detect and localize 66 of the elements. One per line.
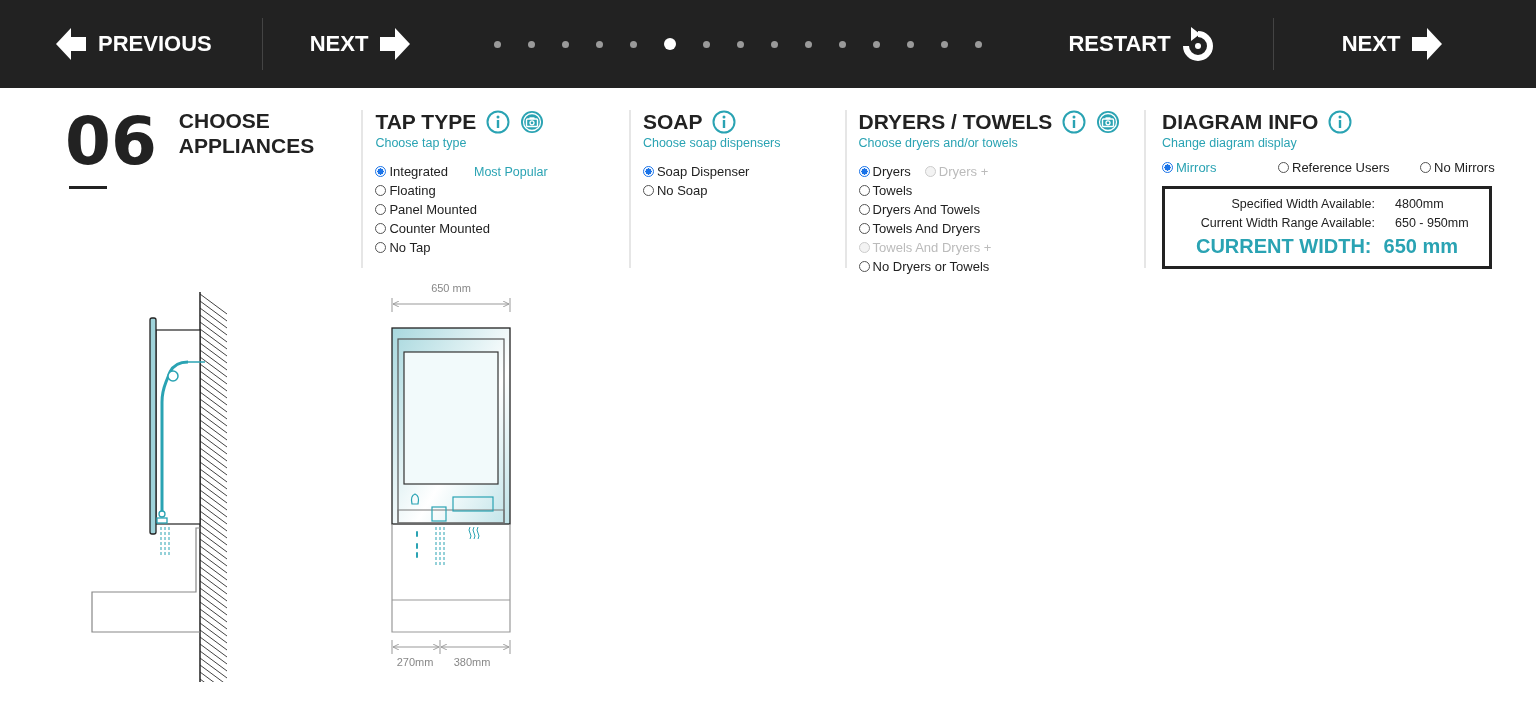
section-title: DIAGRAM INFO — [1162, 110, 1319, 134]
radio-option[interactable]: Soap Dispenser — [642, 162, 750, 181]
step-dot[interactable] — [975, 40, 983, 48]
radio-option[interactable]: Panel Mounted — [375, 200, 477, 219]
radio-option[interactable]: Dryers And Towels — [858, 200, 980, 219]
dimension-label: 380mm — [453, 656, 491, 668]
step-dot[interactable] — [907, 40, 915, 48]
right-arrow-icon — [1412, 28, 1443, 60]
fact-value: 650 - 950mm — [1395, 215, 1470, 232]
radio-option[interactable]: No Mirrors — [1420, 158, 1536, 177]
fact-value: 4800mm — [1395, 196, 1445, 213]
section-title: TAP TYPE — [375, 110, 477, 134]
step-dot[interactable] — [873, 40, 881, 48]
radio-option[interactable]: Dryers — [858, 162, 911, 181]
step-dot[interactable] — [703, 40, 711, 48]
next-button[interactable]: NEXT — [309, 28, 411, 60]
left-arrow-icon — [56, 28, 86, 60]
fact-label: Specified Width Available: — [1230, 196, 1375, 213]
step-dot[interactable] — [494, 40, 502, 48]
info-icon[interactable] — [486, 110, 511, 134]
radio-option[interactable]: Counter Mounted — [375, 219, 490, 238]
step-dot[interactable] — [805, 40, 813, 48]
step-title: CHOOSE APPLIANCES — [178, 108, 316, 159]
step-dot[interactable] — [839, 40, 847, 48]
info-icon[interactable] — [1062, 110, 1087, 134]
step-number: 06 — [65, 110, 157, 174]
info-icon[interactable] — [712, 110, 737, 134]
previous-button[interactable]: PREVIOUS — [56, 28, 212, 60]
next-button[interactable]: NEXT — [1341, 28, 1443, 60]
step-dot[interactable] — [596, 40, 604, 48]
right-arrow-icon — [380, 28, 411, 60]
step-dot[interactable] — [771, 40, 779, 48]
radio-option[interactable]: No Tap — [375, 238, 431, 257]
step-dot[interactable] — [562, 40, 570, 48]
dimension-line — [440, 639, 511, 655]
restart-button[interactable]: RESTART — [1068, 27, 1213, 61]
radio-option[interactable]: Towels — [858, 181, 913, 200]
radio-option[interactable]: No Dryers or Towels — [858, 257, 990, 276]
current-width-value: 650 mm — [1383, 235, 1458, 258]
restart-icon — [1182, 27, 1213, 61]
radio-option[interactable]: No Soap — [642, 181, 708, 200]
dimension-label: 270mm — [396, 656, 434, 668]
radio-option[interactable]: Floating — [375, 181, 436, 200]
step-dot[interactable] — [941, 40, 949, 48]
camera-icon[interactable] — [520, 110, 545, 134]
dimension-label: 650 mm — [431, 282, 471, 294]
section-subtitle: Choose tap type — [375, 136, 468, 150]
step-dot[interactable] — [737, 40, 745, 48]
fact-label: Current Width Range Available: — [1199, 215, 1375, 232]
section-title: DRYERS / TOWELS — [858, 110, 1053, 134]
step-underline — [69, 186, 107, 189]
info-icon[interactable] — [1328, 110, 1353, 134]
step-dot[interactable] — [630, 40, 638, 48]
step-dot[interactable] — [528, 40, 536, 48]
step-dot[interactable] — [664, 38, 677, 50]
section-subtitle: Choose soap dispensers — [642, 136, 782, 150]
radio-option[interactable]: Towels And Dryers — [858, 219, 981, 238]
radio-option[interactable]: Integrated — [375, 162, 448, 181]
camera-icon[interactable] — [1096, 110, 1121, 134]
popular-label: Most Popular — [473, 164, 548, 179]
dimension-line — [391, 639, 441, 655]
radio-option[interactable]: Reference Users — [1278, 158, 1420, 177]
current-width-label: CURRENT WIDTH: — [1196, 235, 1372, 258]
section-subtitle: Change diagram display — [1162, 136, 1298, 150]
section-title: SOAP — [642, 110, 703, 134]
section-subtitle: Choose dryers and/or towels — [858, 136, 1019, 150]
